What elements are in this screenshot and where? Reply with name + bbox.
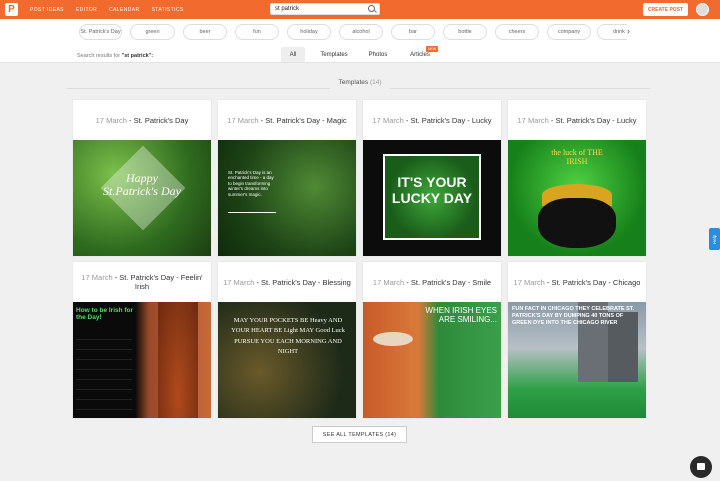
image-caption: the luck of THE IRISH [551, 148, 603, 166]
card-title: 17 March - St. Patrick's Day - Feelin' I… [73, 262, 211, 302]
nav-calendar[interactable]: CALENDAR [109, 7, 139, 13]
card-date: 17 March [517, 115, 549, 125]
results-query: "st patrick": [121, 53, 154, 59]
tab-photos[interactable]: Photos [363, 47, 393, 62]
search-value: st patrick [275, 6, 300, 12]
create-post-button[interactable]: CREATE POST [643, 3, 688, 16]
image-caption: How to be Irish for the Day! [76, 307, 134, 321]
template-card[interactable]: 17 March - St. Patrick's Day Happy St.Pa… [73, 100, 211, 256]
search-input[interactable]: st patrick [270, 3, 380, 15]
card-title-text: - St. Patrick's Day - Chicago [544, 277, 641, 287]
card-title-text: - St. Patrick's Day - Magic [258, 115, 347, 125]
top-navigation-bar: P POST IDEAS EDITOR CALENDAR STATISTICS … [0, 0, 720, 19]
tag-chip[interactable]: beer [183, 24, 227, 40]
image-caption: IT'S YOUR LUCKY DAY [391, 174, 473, 207]
image-caption: WHEN IRISH EYES ARE SMILING... [425, 306, 497, 324]
divider [67, 88, 330, 89]
template-image: MAY YOUR POCKETS BE Heavy AND YOUR HEART… [218, 302, 356, 418]
card-date: 17 March [223, 277, 255, 287]
section-count: (14) [369, 79, 382, 86]
pot-of-gold-icon [538, 198, 616, 248]
card-title: 17 March - St. Patrick's Day - Blessing [218, 262, 356, 302]
card-title: 17 March - St. Patrick's Day - Smile [363, 262, 501, 302]
card-date: 17 March [372, 277, 405, 287]
template-image: FUN FACT IN CHICAGO THEY CELEBRATE ST. P… [508, 302, 646, 418]
image-caption: St. Patrick's Day is an enchanted time -… [228, 170, 274, 197]
app-logo[interactable]: P [5, 3, 18, 16]
template-card[interactable]: 17 March - St. Patrick's Day - Magic St.… [218, 100, 356, 256]
results-prefix: Search results for [77, 53, 122, 59]
image-caption: MAY YOUR POCKETS BE Heavy AND YOUR HEART… [231, 317, 345, 356]
nav-statistics[interactable]: STATISTICS [152, 7, 184, 13]
tag-chip[interactable]: company [547, 24, 591, 40]
tag-chip[interactable]: drink [597, 24, 627, 40]
template-image: How to be Irish for the Day! [73, 302, 211, 418]
template-image: WHEN IRISH EYES ARE SMILING... [363, 302, 501, 418]
tab-templates[interactable]: Templates [315, 47, 353, 62]
card-title-text: - St. Patrick's Day [126, 115, 189, 125]
search-icon[interactable] [368, 5, 375, 12]
card-title: 17 March - St. Patrick's Day - Lucky [508, 100, 646, 140]
eye-photo [373, 332, 413, 346]
card-title-text: - St. Patrick's Day - Lucky [548, 115, 637, 125]
nav-post-ideas[interactable]: POST IDEAS [30, 7, 64, 13]
template-card[interactable]: 17 March - St. Patrick's Day - Smile WHE… [363, 262, 501, 418]
card-date: 17 March [513, 277, 545, 287]
card-title: 17 March - St. Patrick's Day - Magic [218, 100, 356, 140]
image-caption: FUN FACT IN CHICAGO THEY CELEBRATE ST. P… [512, 306, 635, 327]
tag-chip[interactable]: alcohol [339, 24, 383, 40]
tab-all[interactable]: All [281, 47, 305, 62]
avatar[interactable] [696, 3, 709, 16]
nav-editor[interactable]: EDITOR [76, 7, 97, 13]
card-title: 17 March - St. Patrick's Day [73, 100, 211, 140]
card-title: 17 March - St. Patrick's Day - Lucky [363, 100, 501, 140]
template-image: IT'S YOUR LUCKY DAY [363, 140, 501, 256]
beard-photo [158, 302, 198, 418]
divider [228, 212, 276, 213]
card-title-text: - St. Patrick's Day - Blessing [254, 277, 351, 287]
template-image: St. Patrick's Day is an enchanted time -… [218, 140, 356, 256]
chat-icon[interactable] [690, 456, 712, 478]
template-card[interactable]: 17 March - St. Patrick's Day - Blessing … [218, 262, 356, 418]
card-date: 17 March [81, 273, 113, 282]
card-title: 17 March - St. Patrick's Day - Chicago [508, 262, 646, 302]
card-title-text: - St. Patrick's Day - Smile [404, 277, 492, 287]
tag-chip[interactable]: bar [391, 24, 435, 40]
see-all-templates-button[interactable]: SEE ALL TEMPLATES (14) [312, 426, 407, 443]
main-nav: POST IDEAS EDITOR CALENDAR STATISTICS [30, 7, 196, 13]
tag-chip[interactable]: holiday [287, 24, 331, 40]
divider [389, 88, 651, 89]
template-card[interactable]: 17 March - St. Patrick's Day - Feelin' I… [73, 262, 211, 418]
tag-chip[interactable]: bottle [443, 24, 487, 40]
help-tab[interactable]: Help [709, 228, 720, 250]
section-title: Templates (14) [0, 79, 720, 86]
search-filters-bar: St. Patrick's Day green beer fun holiday… [0, 19, 720, 63]
tag-chip[interactable]: green [130, 24, 175, 40]
tag-chip[interactable]: St. Patrick's Day [79, 24, 122, 40]
template-image: Happy St.Patrick's Day [73, 140, 211, 256]
tag-chip[interactable]: fun [235, 24, 279, 40]
card-title-text: - St. Patrick's Day - Lucky [403, 115, 492, 125]
card-date: 17 March [95, 115, 127, 125]
template-card[interactable]: 17 March - St. Patrick's Day - Lucky the… [508, 100, 646, 256]
numbered-list [76, 330, 132, 410]
card-date: 17 March [372, 115, 404, 125]
tag-chip[interactable]: cheers [495, 24, 539, 40]
card-date: 17 March [227, 115, 259, 125]
new-badge: NEW [426, 46, 439, 52]
template-image: the luck of THE IRISH [508, 140, 646, 256]
section-title-text: Templates [338, 79, 369, 86]
chevron-right-icon[interactable]: › [627, 26, 630, 36]
image-caption: Happy St.Patrick's Day [103, 171, 181, 199]
card-title-text: - St. Patrick's Day - Feelin' Irish [112, 273, 203, 291]
template-card[interactable]: 17 March - St. Patrick's Day - Chicago F… [508, 262, 646, 418]
template-card[interactable]: 17 March - St. Patrick's Day - Lucky IT'… [363, 100, 501, 256]
search-results-label: Search results for "st patrick": [77, 53, 153, 59]
